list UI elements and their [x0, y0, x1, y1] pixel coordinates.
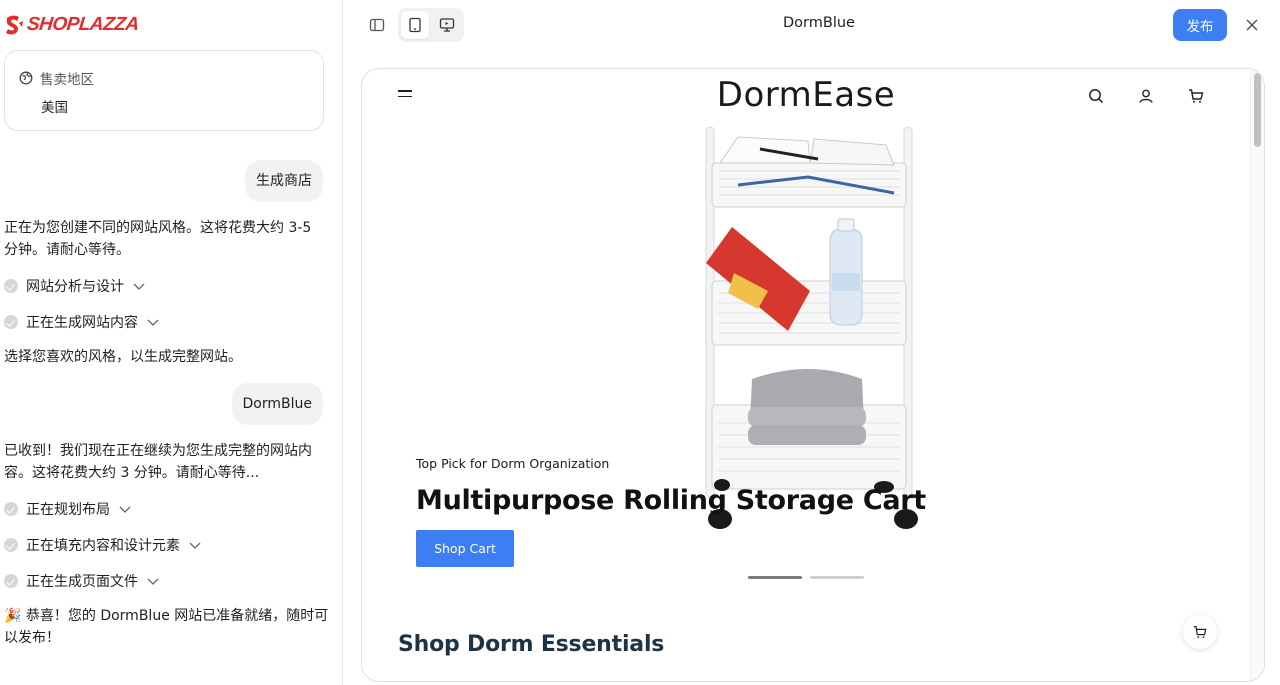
editor-topbar: DormBlue 发布 — [343, 0, 1280, 50]
hero-title: Multipurpose Rolling Storage Cart — [416, 485, 926, 516]
slide-dot[interactable] — [748, 576, 802, 579]
chevron-down-icon — [147, 319, 159, 326]
region-card: 售卖地区 美国 — [4, 50, 324, 131]
user-message: 生成商店 — [245, 160, 323, 202]
progress-step[interactable]: 正在生成页面文件 — [4, 571, 160, 591]
region-header: 售卖地区 — [19, 68, 94, 88]
shoplazza-logo-icon — [6, 15, 23, 35]
cart-icon[interactable] — [1187, 87, 1205, 105]
user-message: DormBlue — [231, 383, 323, 425]
step-label: 网站分析与设计 — [26, 279, 124, 295]
assistant-message: 选择您喜欢的风格，以生成完整网站。 — [4, 349, 242, 365]
assistant-message: 正在为您创建不同的网站风格。这将花费大约 3-5 分钟。请耐心等待。 — [4, 220, 312, 258]
step-label: 正在规划布局 — [26, 502, 110, 518]
assistant-message: 已收到！我们现在正在继续为您生成完整的网站内容。这将花费大约 3 分钟。请耐心等… — [4, 443, 312, 481]
progress-step[interactable]: 正在生成网站内容 — [4, 312, 160, 332]
check-icon — [4, 574, 18, 588]
site-header: DormEase — [362, 69, 1250, 123]
assistant-message: 🎉 恭喜！您的 DormBlue 网站已准备就绪，随时可以发布！ — [4, 608, 329, 646]
progress-step[interactable]: 网站分析与设计 — [4, 276, 146, 296]
region-value: 美国 — [41, 100, 68, 116]
app-root: SHOPLAZZA 售卖地区 美国 生成商店 正在为您创建不同的网站风格。这将花… — [0, 0, 1280, 685]
check-icon — [4, 279, 18, 293]
chevron-down-icon — [119, 506, 131, 513]
section-title: Shop Dorm Essentials — [398, 632, 665, 657]
region-label: 售卖地区 — [40, 72, 94, 88]
shop-cart-button[interactable]: Shop Cart — [416, 530, 514, 567]
progress-step[interactable]: 正在规划布局 — [4, 499, 132, 519]
slide-dot[interactable] — [810, 576, 864, 579]
slide-indicators — [748, 576, 864, 579]
site-logo[interactable]: DormEase — [362, 75, 1250, 115]
chevron-down-icon — [189, 542, 201, 549]
chat-panel: SHOPLAZZA 售卖地区 美国 生成商店 正在为您创建不同的网站风格。这将花… — [0, 0, 343, 685]
account-icon[interactable] — [1137, 87, 1155, 105]
hero-banner: Top Pick for Dorm Organization Multipurp… — [362, 123, 1250, 643]
floating-cart-button[interactable] — [1183, 615, 1217, 649]
globe-icon — [19, 71, 33, 85]
close-icon — [1246, 19, 1258, 31]
hero-kicker: Top Pick for Dorm Organization — [416, 456, 610, 471]
preview-scrollbar[interactable] — [1250, 69, 1264, 681]
close-button[interactable] — [1240, 13, 1264, 37]
check-icon — [4, 315, 18, 329]
check-icon — [4, 538, 18, 552]
step-label: 正在生成页面文件 — [26, 574, 138, 590]
chevron-down-icon — [133, 283, 145, 290]
scrollbar-thumb[interactable] — [1254, 73, 1261, 147]
step-label: 正在填充内容和设计元素 — [26, 538, 180, 554]
page-title: DormBlue — [783, 15, 855, 31]
progress-step[interactable]: 正在填充内容和设计元素 — [4, 535, 202, 555]
site-preview: DormEase Top Pick for Dorm Organization … — [361, 68, 1265, 682]
chevron-down-icon — [147, 578, 159, 585]
check-icon — [4, 502, 18, 516]
search-icon[interactable] — [1087, 87, 1105, 105]
cart-icon — [1193, 626, 1207, 639]
storage-cart-image — [705, 126, 918, 529]
shoplazza-logo[interactable]: SHOPLAZZA — [4, 13, 140, 37]
publish-button[interactable]: 发布 — [1173, 9, 1227, 41]
shoplazza-wordmark: SHOPLAZZA — [25, 14, 140, 35]
step-label: 正在生成网站内容 — [26, 315, 138, 331]
